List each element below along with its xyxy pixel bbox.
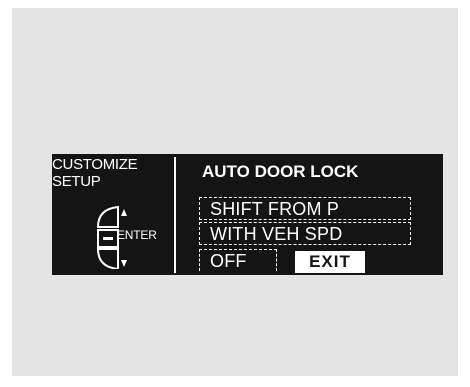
display-screen: CUSTOMIZE SETUP ENTER AUTO DOOR LOCK SHI… xyxy=(52,154,443,275)
customize-setup-text: CUSTOMIZE SETUP xyxy=(52,156,138,190)
option-label: SHIFT FROM P xyxy=(210,199,340,219)
arrow-up-icon xyxy=(121,209,127,216)
dial-lower-half xyxy=(96,248,119,269)
exit-button[interactable]: EXIT xyxy=(295,251,365,273)
enter-label: ENTER xyxy=(117,228,157,242)
menu-title: AUTO DOOR LOCK xyxy=(202,162,359,181)
option-label: WITH VEH SPD xyxy=(210,224,343,244)
option-off[interactable]: OFF xyxy=(199,249,277,271)
option-shift-from-p[interactable]: SHIFT FROM P xyxy=(199,197,411,220)
figure-panel: CUSTOMIZE SETUP ENTER AUTO DOOR LOCK SHI… xyxy=(12,8,458,376)
dial-upper-half xyxy=(96,205,119,228)
customize-setup-label: CUSTOMIZE SETUP xyxy=(52,156,138,190)
option-label: OFF xyxy=(210,251,247,271)
arrow-down-icon xyxy=(121,260,127,267)
divider xyxy=(174,157,176,273)
option-with-veh-spd[interactable]: WITH VEH SPD xyxy=(199,222,411,245)
